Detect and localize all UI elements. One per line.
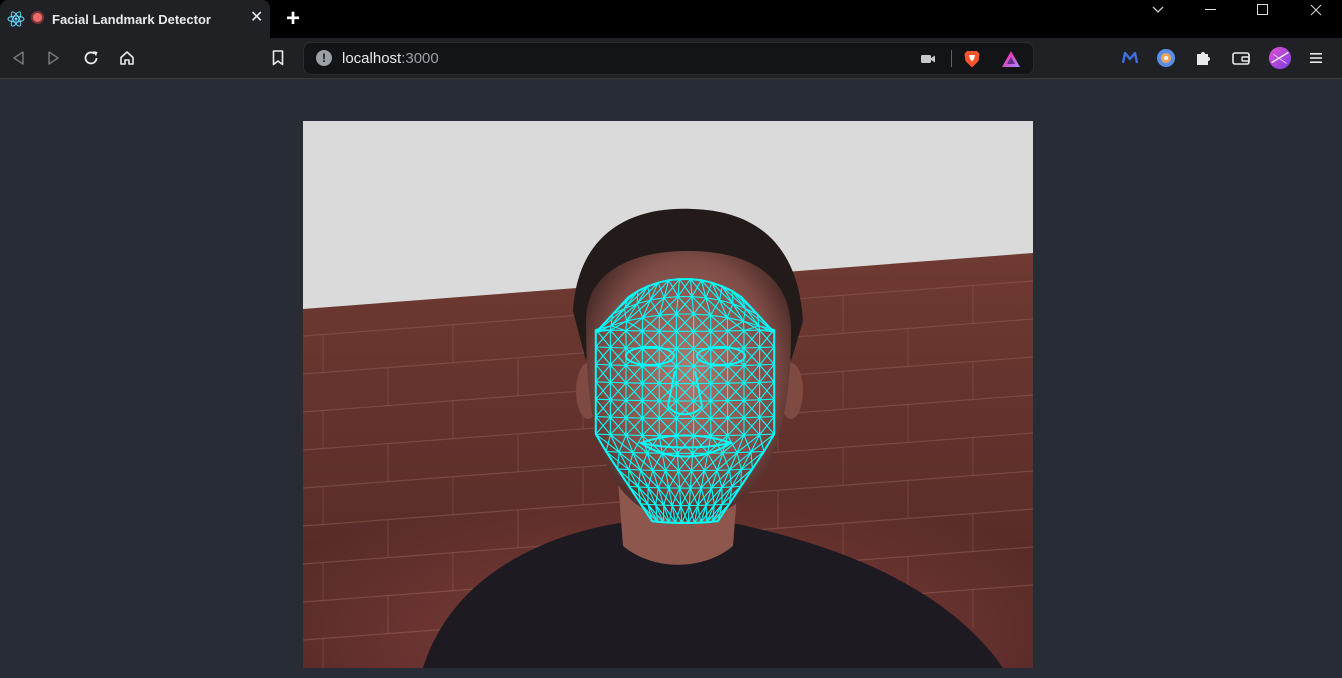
tab-title: Facial Landmark Detector [52,12,211,27]
hamburger-menu-icon[interactable] [1304,46,1328,70]
mesh-edge [638,486,649,488]
mesh-edge [625,321,628,331]
mesh-edge [595,398,611,401]
forward-arrow-icon[interactable] [42,46,66,70]
mesh-edge [595,416,611,418]
mesh-edge [737,451,751,454]
mesh-edge [742,321,745,331]
wallet-icon[interactable] [1229,46,1253,70]
mesh-edge [743,364,760,366]
camera-icon[interactable] [918,49,938,69]
mesh-edge [595,381,611,383]
react-logo-icon [7,11,25,32]
minimize-icon[interactable] [1191,0,1231,20]
window-close-icon[interactable] [1296,0,1336,20]
mesh-edge [610,346,627,349]
tab-search-chevron-icon[interactable] [1138,0,1178,20]
rewards-triangle-icon[interactable] [1001,49,1021,69]
recording-dot-icon [33,13,42,22]
mesh-edge [606,450,620,453]
mesh-edge [741,468,753,471]
m-extension-icon[interactable] [1118,46,1142,70]
mesh-edge [759,398,775,401]
reload-icon[interactable] [79,46,103,70]
mesh-edge [743,346,760,349]
tab-strip: Facial Landmark Detector ✕ + [0,0,1342,38]
mesh-edge [743,329,760,332]
divider [951,50,952,67]
mesh-edge [595,346,611,349]
url-host: localhost [342,50,402,67]
puzzle-piece-icon[interactable] [1191,46,1215,70]
mesh-edge [617,468,629,471]
tab-facial-landmark-detector[interactable]: Facial Landmark Detector ✕ [0,0,270,38]
mesh-edge [721,486,732,488]
bookmark-icon[interactable] [266,46,290,70]
close-icon[interactable]: ✕ [250,10,263,26]
blue-extension-icon[interactable] [1154,46,1178,70]
address-bar[interactable]: ! localhost:3000 [303,42,1034,75]
mesh-edge [619,451,633,454]
mesh-edge [662,505,665,523]
mesh-edge [750,450,764,453]
mesh-edge [759,363,775,366]
mesh-edge [759,433,775,436]
info-icon[interactable]: ! [316,50,332,66]
mesh-edge [743,399,760,401]
url-text: localhost:3000 [342,50,439,67]
mesh-edge [595,363,611,366]
mesh-edge [610,364,627,366]
mesh-edge [759,416,775,418]
mesh-edge [705,505,708,523]
webcam-scene [303,121,1033,668]
mesh-edge [743,416,760,419]
url-port: :3000 [401,50,439,67]
mesh-edge [595,433,611,436]
profile-avatar[interactable] [1268,46,1292,70]
mesh-edge [729,468,742,471]
webcam-video-with-landmarks [303,121,1033,668]
mesh-edge [628,468,641,471]
back-arrow-icon[interactable] [6,46,30,70]
mesh-edge [759,381,775,383]
mesh-edge [610,416,627,419]
mesh-edge [610,399,627,401]
brave-lion-icon[interactable] [962,49,982,69]
plus-icon[interactable]: + [286,7,300,31]
mesh-edge [759,346,775,349]
browser-toolbar: ! localhost:3000 [0,38,1342,79]
home-icon[interactable] [115,46,139,70]
mesh-edge [610,329,627,332]
maximize-icon[interactable] [1243,0,1283,20]
